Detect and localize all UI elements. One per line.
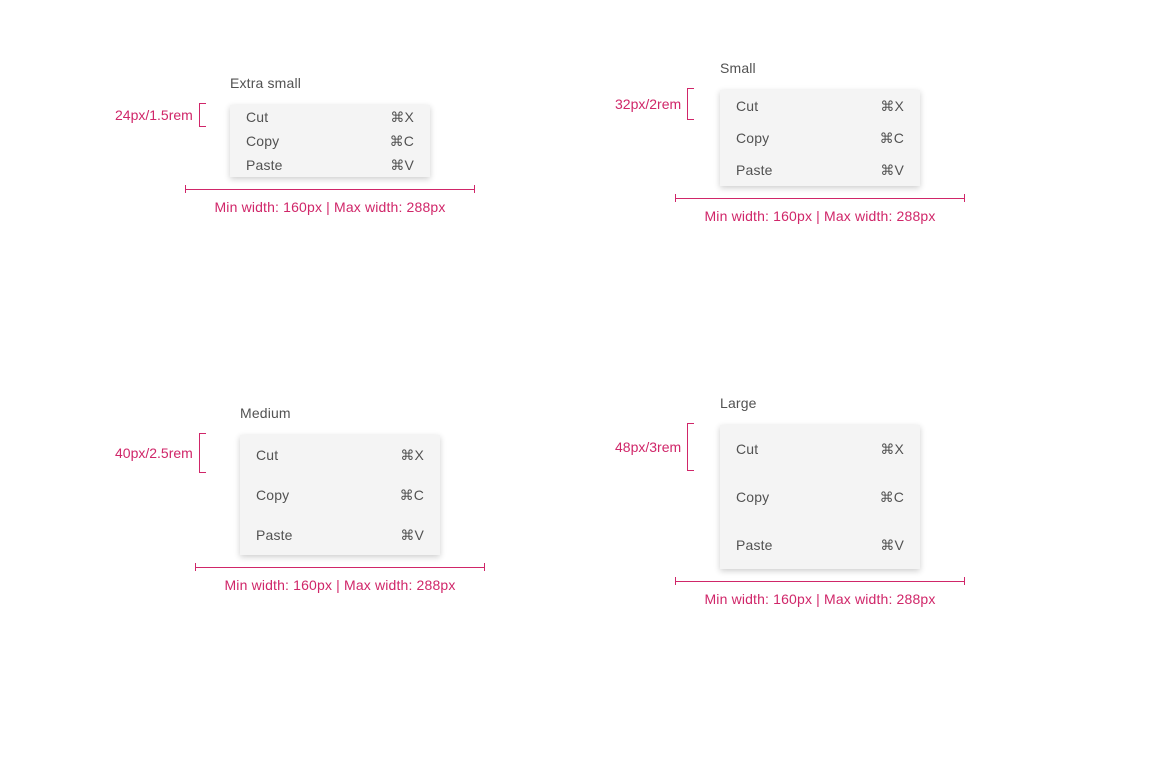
menu-item-label: Paste bbox=[246, 157, 283, 173]
menu-item-label: Paste bbox=[736, 537, 773, 553]
row-height-label: 40px/2.5rem bbox=[115, 445, 193, 461]
row-height-spec: 24px/1.5rem bbox=[115, 103, 230, 127]
menu-item-shortcut: ⌘X bbox=[400, 447, 424, 464]
variant-title: Large bbox=[720, 395, 965, 411]
menu-item-shortcut: ⌘C bbox=[880, 130, 904, 147]
row-height-bracket bbox=[199, 433, 206, 473]
menu-item-copy[interactable]: Copy ⌘C bbox=[230, 129, 430, 153]
menu-item-shortcut: ⌘V bbox=[880, 162, 904, 179]
menu-item-label: Copy bbox=[736, 130, 769, 146]
width-spec-label: Min width: 160px | Max width: 288px bbox=[185, 199, 475, 215]
width-spec: Min width: 160px | Max width: 288px bbox=[195, 563, 485, 593]
width-spec-line bbox=[195, 563, 485, 571]
menu-item-label: Cut bbox=[246, 109, 268, 125]
width-spec-label: Min width: 160px | Max width: 288px bbox=[675, 591, 965, 607]
menu-item-cut[interactable]: Cut ⌘X bbox=[720, 425, 920, 473]
context-menu: Cut ⌘X Copy ⌘C Paste ⌘V bbox=[240, 435, 440, 555]
menu-item-label: Copy bbox=[246, 133, 279, 149]
menu-item-label: Paste bbox=[736, 162, 773, 178]
menu-item-shortcut: ⌘X bbox=[880, 98, 904, 115]
variant-medium: Medium Cut ⌘X Copy ⌘C Paste ⌘V Min width… bbox=[240, 405, 485, 593]
row-height-label: 48px/3rem bbox=[615, 439, 681, 455]
width-spec-line bbox=[675, 577, 965, 585]
width-spec: Min width: 160px | Max width: 288px bbox=[185, 185, 475, 215]
menu-item-label: Copy bbox=[736, 489, 769, 505]
menu-item-shortcut: ⌘C bbox=[400, 487, 424, 504]
variant-title: Medium bbox=[240, 405, 485, 421]
variant-extra-small: Extra small Cut ⌘X Copy ⌘C Paste ⌘V Min … bbox=[230, 75, 475, 215]
row-height-label: 32px/2rem bbox=[615, 96, 681, 112]
variant-title: Extra small bbox=[230, 75, 475, 91]
menu-item-shortcut: ⌘V bbox=[880, 537, 904, 554]
menu-item-label: Copy bbox=[256, 487, 289, 503]
menu-item-paste[interactable]: Paste ⌘V bbox=[230, 153, 430, 177]
width-spec: Min width: 160px | Max width: 288px bbox=[675, 194, 965, 224]
row-height-bracket bbox=[687, 423, 694, 471]
menu-item-label: Cut bbox=[736, 441, 758, 457]
menu-item-shortcut: ⌘X bbox=[390, 109, 414, 126]
row-height-spec: 48px/3rem bbox=[615, 423, 720, 471]
width-spec: Min width: 160px | Max width: 288px bbox=[675, 577, 965, 607]
menu-item-copy[interactable]: Copy ⌘C bbox=[240, 475, 440, 515]
context-menu: Cut ⌘X Copy ⌘C Paste ⌘V bbox=[720, 425, 920, 569]
menu-item-paste[interactable]: Paste ⌘V bbox=[240, 515, 440, 555]
menu-item-shortcut: ⌘V bbox=[390, 157, 414, 174]
width-spec-line bbox=[185, 185, 475, 193]
menu-item-shortcut: ⌘V bbox=[400, 527, 424, 544]
row-height-spec: 32px/2rem bbox=[615, 88, 720, 120]
context-menu: Cut ⌘X Copy ⌘C Paste ⌘V bbox=[230, 105, 430, 177]
menu-item-shortcut: ⌘C bbox=[880, 489, 904, 506]
menu-item-copy[interactable]: Copy ⌘C bbox=[720, 473, 920, 521]
menu-item-cut[interactable]: Cut ⌘X bbox=[720, 90, 920, 122]
menu-item-label: Cut bbox=[256, 447, 278, 463]
menu-item-shortcut: ⌘C bbox=[390, 133, 414, 150]
variant-small: Small Cut ⌘X Copy ⌘C Paste ⌘V Min width:… bbox=[720, 60, 965, 224]
menu-item-paste[interactable]: Paste ⌘V bbox=[720, 521, 920, 569]
menu-item-cut[interactable]: Cut ⌘X bbox=[240, 435, 440, 475]
menu-item-paste[interactable]: Paste ⌘V bbox=[720, 154, 920, 186]
menu-item-label: Cut bbox=[736, 98, 758, 114]
width-spec-label: Min width: 160px | Max width: 288px bbox=[675, 208, 965, 224]
menu-item-cut[interactable]: Cut ⌘X bbox=[230, 105, 430, 129]
menu-item-label: Paste bbox=[256, 527, 293, 543]
context-menu: Cut ⌘X Copy ⌘C Paste ⌘V bbox=[720, 90, 920, 186]
row-height-label: 24px/1.5rem bbox=[115, 107, 193, 123]
width-spec-line bbox=[675, 194, 965, 202]
menu-item-shortcut: ⌘X bbox=[880, 441, 904, 458]
variant-large: Large Cut ⌘X Copy ⌘C Paste ⌘V Min width:… bbox=[720, 395, 965, 607]
variant-title: Small bbox=[720, 60, 965, 76]
menu-item-copy[interactable]: Copy ⌘C bbox=[720, 122, 920, 154]
row-height-bracket bbox=[199, 103, 206, 127]
row-height-bracket bbox=[687, 88, 694, 120]
row-height-spec: 40px/2.5rem bbox=[115, 433, 240, 473]
width-spec-label: Min width: 160px | Max width: 288px bbox=[195, 577, 485, 593]
